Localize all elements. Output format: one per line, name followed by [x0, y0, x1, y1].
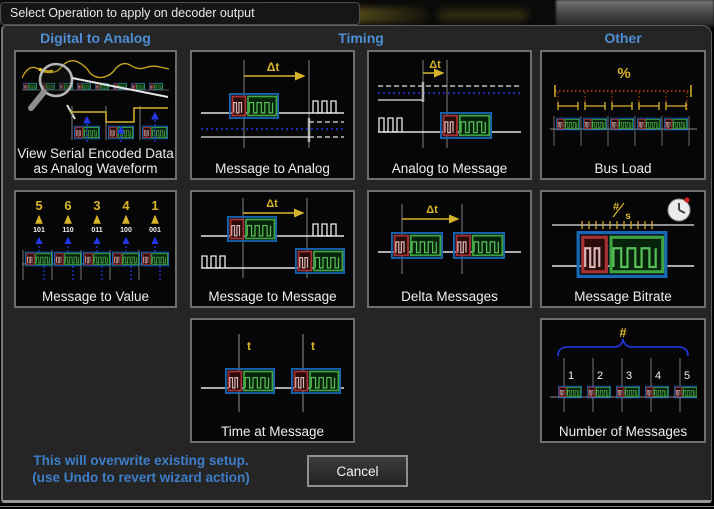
delta-t-label: Δt — [266, 198, 278, 210]
tile-message-bitrate[interactable]: # s Message Bitrate — [540, 190, 706, 308]
svg-text:5: 5 — [683, 370, 689, 382]
svg-text:4: 4 — [654, 370, 660, 382]
rate-denominator-label: s — [625, 211, 631, 222]
number-of-messages-icon: # 1 2 3 4 5 — [550, 324, 697, 416]
time-at-message-icon: t t — [199, 324, 346, 416]
time-label: t — [247, 339, 251, 353]
tile-label: Analog to Message — [369, 161, 530, 176]
svg-text:101: 101 — [33, 227, 45, 234]
svg-text:1: 1 — [567, 370, 573, 382]
drop-ticks — [558, 92, 687, 111]
tile-analog-to-message[interactable]: Δt Analog to Message — [367, 50, 532, 180]
column-header-timing: Timing — [190, 30, 532, 46]
svg-text:110: 110 — [62, 227, 73, 234]
decoded-values: 5 6 3 4 1 — [35, 198, 158, 213]
magnifier-icon — [31, 64, 72, 108]
step-waveform — [70, 108, 168, 122]
column-header-digital-to-analog: Digital to Analog — [14, 30, 177, 46]
tile-label-line1: View Serial Encoded Data — [16, 146, 175, 161]
message-to-analog-icon: Δt — [199, 56, 346, 152]
binary-values: 101 110 011 100 001 — [33, 227, 161, 234]
delta-t-label: Δt — [426, 204, 438, 216]
tile-number-of-messages[interactable]: # 1 2 3 4 5 Number of Messages — [540, 318, 706, 443]
view-serial-encoded-data-icon — [22, 56, 169, 142]
count-label: # — [619, 325, 627, 340]
tile-bus-load[interactable]: % Bus Load — [540, 50, 706, 180]
tile-time-at-message[interactable]: t t Time at Message — [190, 318, 355, 443]
tile-label: Message to Value — [16, 289, 175, 304]
up-arrows — [39, 216, 155, 223]
svg-text:011: 011 — [91, 227, 102, 234]
tile-message-to-value[interactable]: 5 6 3 4 1 101 110 011 100 001 — [14, 190, 177, 308]
tile-label-line2: as Analog Waveform — [16, 161, 175, 176]
tile-label: Bus Load — [542, 161, 704, 176]
delta-messages-icon: Δt — [376, 196, 523, 280]
background-window-edge — [556, 0, 714, 26]
svg-text:001: 001 — [149, 227, 161, 234]
message-to-message-icon: Δt — [199, 196, 346, 280]
tile-label: Message to Message — [192, 289, 353, 304]
dialog-title: Select Operation to apply on decoder out… — [0, 2, 360, 25]
tile-label: Message Bitrate — [542, 289, 704, 304]
tile-label: Delta Messages — [369, 289, 530, 304]
delta-t-label: Δt — [429, 59, 441, 71]
svg-text:1: 1 — [151, 198, 158, 213]
tile-label: Time at Message — [192, 424, 353, 439]
analog-to-message-icon: Δt — [376, 56, 523, 152]
message-to-value-icon: 5 6 3 4 1 101 110 011 100 001 — [22, 196, 169, 282]
tile-label: View Serial Encoded Data as Analog Wavef… — [16, 146, 175, 176]
overwrite-warning-line1: This will overwrite existing setup. — [10, 452, 272, 469]
time-label: t — [311, 339, 315, 353]
tile-message-to-analog[interactable]: Δt Message to Analog — [190, 50, 355, 180]
message-indexes: 1 2 3 4 5 — [567, 370, 689, 382]
overwrite-warning: This will overwrite existing setup. (use… — [10, 452, 272, 486]
clock-icon — [668, 197, 690, 221]
cancel-button[interactable]: Cancel — [307, 455, 408, 487]
tile-view-serial-encoded-data[interactable]: View Serial Encoded Data as Analog Wavef… — [14, 50, 177, 180]
bus-load-icon: % — [550, 56, 697, 152]
delta-t-label: Δt — [267, 60, 280, 74]
svg-text:100: 100 — [120, 227, 132, 234]
svg-text:6: 6 — [64, 198, 71, 213]
interval-brackets — [558, 102, 686, 110]
svg-text:3: 3 — [93, 198, 100, 213]
tile-delta-messages[interactable]: Δt Delta Messages — [367, 190, 532, 308]
tile-label: Number of Messages — [542, 424, 704, 439]
overwrite-warning-line2: (use Undo to revert wizard action) — [10, 469, 272, 486]
tile-label: Message to Analog — [192, 161, 353, 176]
svg-text:2: 2 — [596, 370, 602, 382]
column-header-other: Other — [540, 30, 706, 46]
time-dividers — [564, 358, 680, 412]
svg-text:3: 3 — [625, 370, 631, 382]
tile-message-to-message[interactable]: Δt Message to Message — [190, 190, 355, 308]
svg-text:5: 5 — [35, 198, 42, 213]
svg-text:4: 4 — [122, 198, 130, 213]
background-blur-blob — [438, 9, 528, 21]
brace — [558, 340, 688, 356]
message-bitrate-icon: # s — [550, 196, 697, 280]
screen-bottom-edge — [0, 506, 714, 507]
percent-label: % — [617, 65, 630, 82]
